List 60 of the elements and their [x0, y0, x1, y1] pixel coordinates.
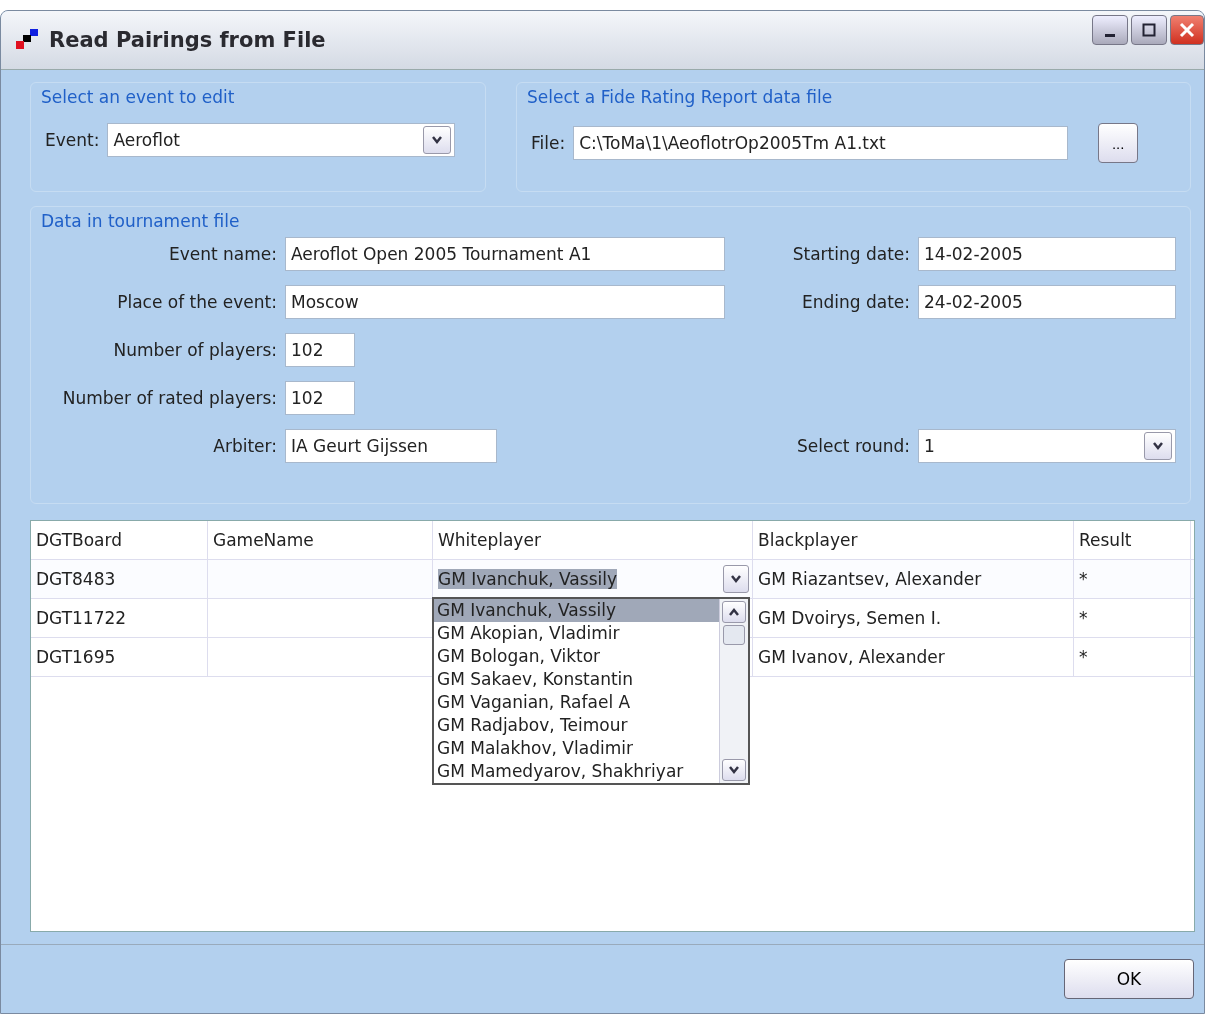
column-header[interactable]: Whiteplayer	[433, 521, 753, 559]
ok-button[interactable]: OK	[1064, 959, 1194, 999]
field-label: Number of players:	[112, 340, 277, 360]
table-cell: *	[1074, 560, 1191, 598]
date-field[interactable]: 24-02-2005	[918, 285, 1176, 319]
table-cell: DGT11722	[31, 599, 208, 637]
table-cell: GM Dvoirys, Semen I.	[753, 599, 1074, 637]
column-header[interactable]: Blackplayer	[753, 521, 1074, 559]
maximize-icon	[1142, 23, 1156, 37]
round-dropdown[interactable]: 1	[918, 429, 1176, 463]
text-field[interactable]: IA Geurt Gijssen	[285, 429, 497, 463]
minimize-button[interactable]	[1092, 15, 1128, 45]
column-header[interactable]: Result	[1074, 521, 1191, 559]
table-cell: DGT8483	[31, 560, 208, 598]
list-option[interactable]: GM Akopian, Vladimir	[434, 622, 719, 645]
group-title: Data in tournament file	[41, 211, 241, 231]
browse-button[interactable]: ...	[1098, 123, 1139, 163]
scroll-up-icon[interactable]	[722, 601, 746, 623]
field-label: File:	[531, 133, 566, 153]
list-option[interactable]: GM Malakhov, Vladimir	[434, 737, 719, 760]
window-title: Read Pairings from File	[49, 28, 326, 52]
minimize-icon	[1105, 33, 1115, 37]
scroll-down-icon[interactable]	[722, 759, 746, 781]
field-label: Event name:	[167, 244, 277, 264]
table-cell: GM Riazantsev, Alexander	[753, 560, 1074, 598]
maximize-button[interactable]	[1131, 15, 1167, 45]
list-option[interactable]: GM Sakaev, Konstantin	[434, 668, 719, 691]
list-option[interactable]: GM Bologan, Viktor	[434, 645, 719, 668]
text-field[interactable]: Aeroflot Open 2005 Tournament A1	[285, 237, 725, 271]
list-option[interactable]: GM Ivanchuk, Vassily	[434, 599, 719, 622]
table-cell: *	[1074, 599, 1191, 637]
field-label: Event:	[45, 130, 100, 150]
app-logo-icon	[15, 29, 41, 51]
list-option[interactable]: GM Mamedyarov, Shakhriyar	[434, 760, 719, 783]
file-field[interactable]: C:\ToMa\1\AeoflotrOp2005Tm A1.txt	[573, 126, 1069, 160]
column-header[interactable]: GameName	[208, 521, 433, 559]
date-field[interactable]: 14-02-2005	[918, 237, 1176, 271]
event-dropdown[interactable]: Aeroflot	[107, 123, 456, 157]
scrollbar[interactable]	[719, 599, 748, 783]
group-title: Select an event to edit	[41, 87, 236, 107]
list-option[interactable]: GM Vaganian, Rafael A	[434, 691, 719, 714]
text-field[interactable]: 102	[285, 333, 355, 367]
field-label: Starting date:	[791, 244, 910, 264]
table-cell: DGT1695	[31, 638, 208, 676]
table-cell: *	[1074, 638, 1191, 676]
player-value[interactable]: GM Ivanchuk, Vassily	[438, 569, 617, 589]
field-label: Select round:	[796, 436, 910, 456]
table-cell: GM Ivanov, Alexander	[753, 638, 1074, 676]
list-option[interactable]: GM Radjabov, Teimour	[434, 714, 719, 737]
close-button[interactable]	[1170, 15, 1204, 45]
scroll-thumb[interactable]	[723, 625, 745, 645]
field-label: Place of the event:	[116, 292, 277, 312]
column-header[interactable]: DGTBoard	[31, 521, 208, 559]
field-label: Arbiter:	[212, 436, 277, 456]
text-field[interactable]: Moscow	[285, 285, 725, 319]
group-title: Select a Fide Rating Report data file	[527, 87, 834, 107]
field-label: Number of rated players:	[61, 388, 277, 408]
field-label: Ending date:	[800, 292, 910, 312]
text-field[interactable]: 102	[285, 381, 355, 415]
close-icon	[1178, 21, 1196, 39]
